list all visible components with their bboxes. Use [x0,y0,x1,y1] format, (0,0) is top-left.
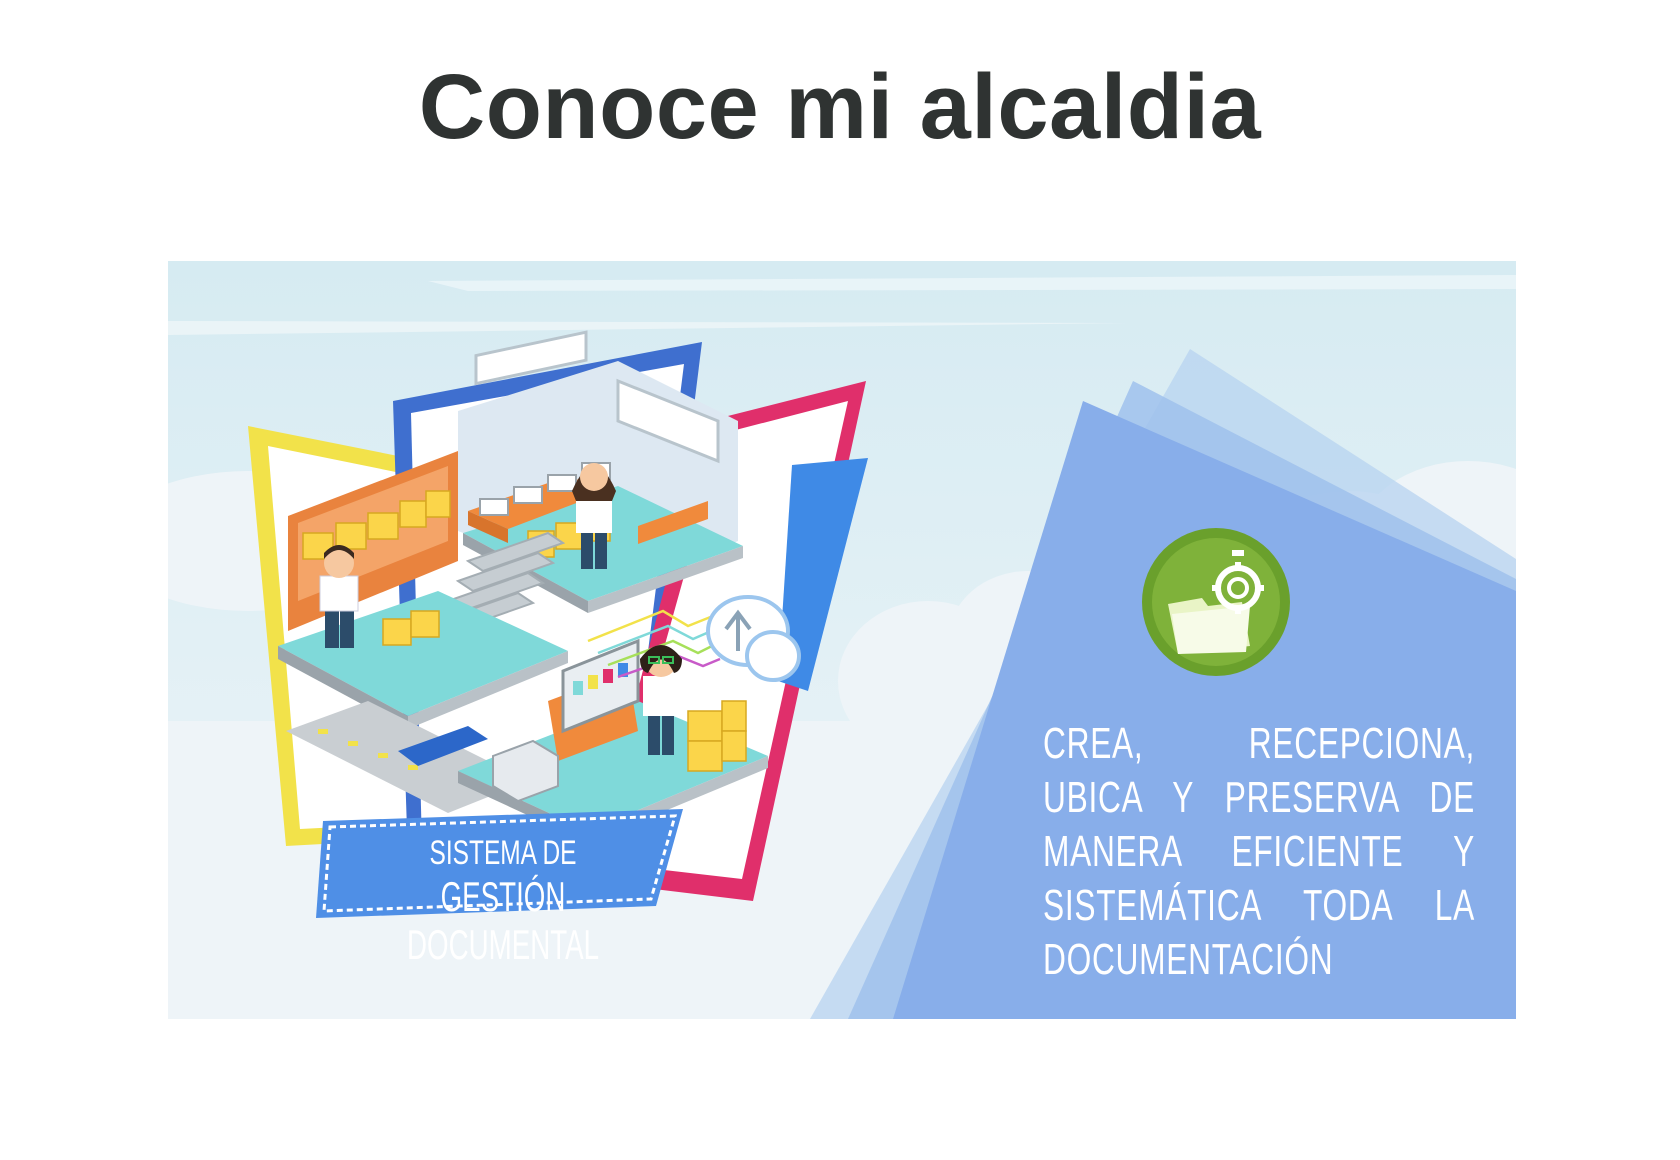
sgd-badge-line2: GESTIÓN DOCUMENTAL [407,873,599,968]
sgd-badge: SISTEMA DE GESTIÓN DOCUMENTAL [333,833,673,969]
sgd-badge-line1: SISTEMA DE [429,834,577,872]
person-man [319,545,359,648]
banner-description: CREA, RECEPCIONA, UBICA Y PRESERVA DE MA… [1043,719,1475,984]
page-title: Conoce mi alcaldia [418,56,1262,158]
folder-gear-stopwatch-icon [1142,528,1290,676]
document-management-banner[interactable]: SISTEMA DE GESTIÓN DOCUMENTAL CREA, RECE… [168,261,1516,1019]
